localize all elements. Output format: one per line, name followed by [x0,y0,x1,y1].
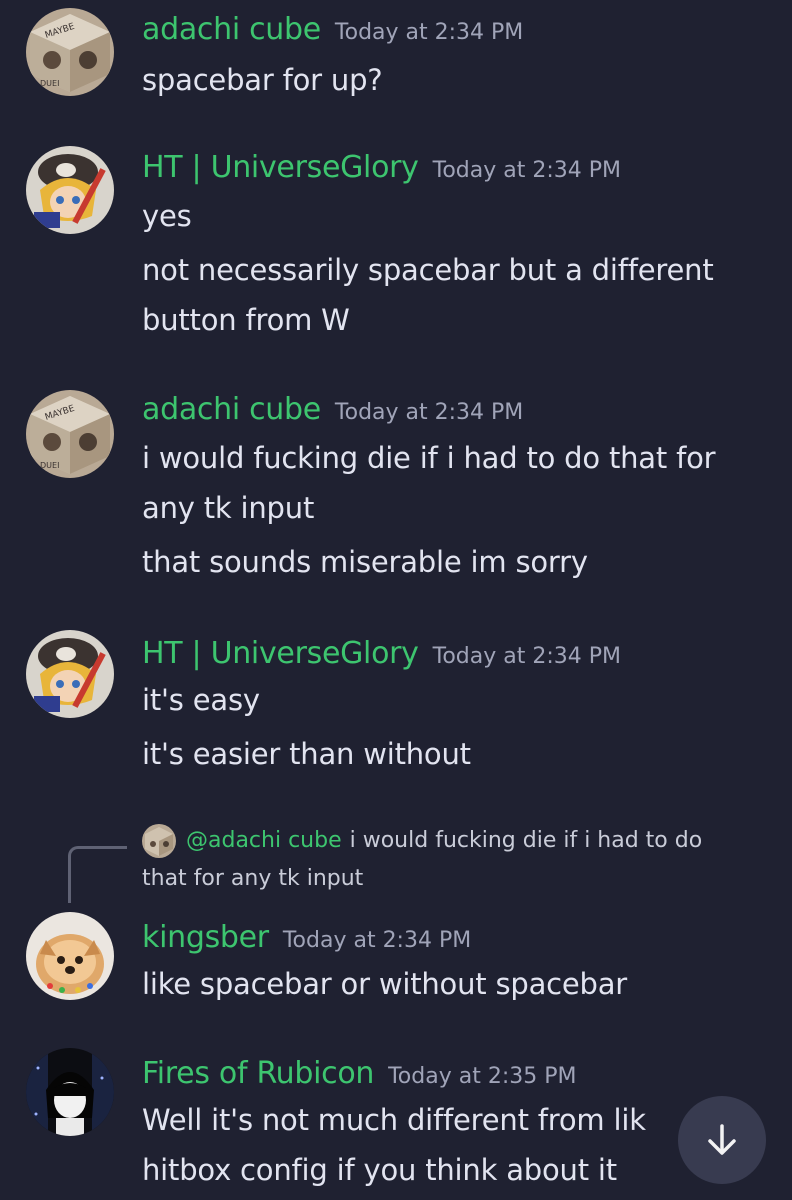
avatar[interactable]: MAYBE DUEI [26,390,114,478]
cube-avatar-icon [142,824,176,858]
jump-to-present-button[interactable] [678,1096,766,1184]
message-text: it's easier than without [142,737,471,771]
timestamp: Today at 2:34 PM [334,20,524,45]
message-text: like spacebar or without spacebar [142,967,628,1001]
avatar[interactable] [26,912,114,1000]
svg-text:DUEI: DUEI [40,461,59,470]
timestamp: Today at 2:34 PM [432,644,622,669]
message-text: not necessarily spacebar but a different [142,253,714,287]
reply-avatar[interactable] [142,824,176,858]
username[interactable]: HT | UniverseGlory [142,636,419,671]
svg-text:DUEI: DUEI [40,79,59,88]
cube-avatar-icon: MAYBE DUEI [26,390,114,478]
reply-connector [68,846,127,903]
reply-text: i would fucking die if i had to do [349,828,703,853]
message-list[interactable]: MAYBE DUEI adachi cube Today at 2:34 PM s… [0,0,792,1200]
message-text: it's easy [142,683,260,717]
message-text: hitbox config if you think about it [142,1153,617,1187]
avatar[interactable]: MAYBE DUEI [26,8,114,96]
username[interactable]: kingsber [142,920,269,955]
message-text: yes [142,199,192,233]
anime-character-avatar-icon [26,630,114,718]
username[interactable]: adachi cube [142,12,321,47]
message-text: spacebar for up? [142,63,383,97]
timestamp: Today at 2:35 PM [388,1064,577,1089]
message-text: that sounds miserable im sorry [142,545,588,579]
avatar[interactable] [26,630,114,718]
reply-preview[interactable]: @adachi cube i would fucking die if i had… [186,824,702,858]
timestamp: Today at 2:34 PM [282,928,472,953]
avatar[interactable] [26,146,114,234]
message-text: button from W [142,303,350,337]
username[interactable]: HT | UniverseGlory [142,150,419,185]
username[interactable]: Fires of Rubicon [142,1056,374,1091]
username[interactable]: adachi cube [142,392,321,427]
message-text: any tk input [142,491,315,525]
anime-character-avatar-icon [26,146,114,234]
avatar[interactable] [26,1048,114,1136]
message-text: i would fucking die if i had to do that … [142,441,716,475]
cube-avatar-icon: MAYBE DUEI [26,8,114,96]
timestamp: Today at 2:34 PM [432,158,622,183]
monochrome-girl-avatar-icon [26,1048,114,1136]
reply-text[interactable]: that for any tk input [142,862,363,896]
dog-avatar-icon [26,912,114,1000]
arrow-down-icon [708,1124,736,1155]
timestamp: Today at 2:34 PM [334,400,524,425]
reply-mention[interactable]: @adachi cube [186,828,342,853]
